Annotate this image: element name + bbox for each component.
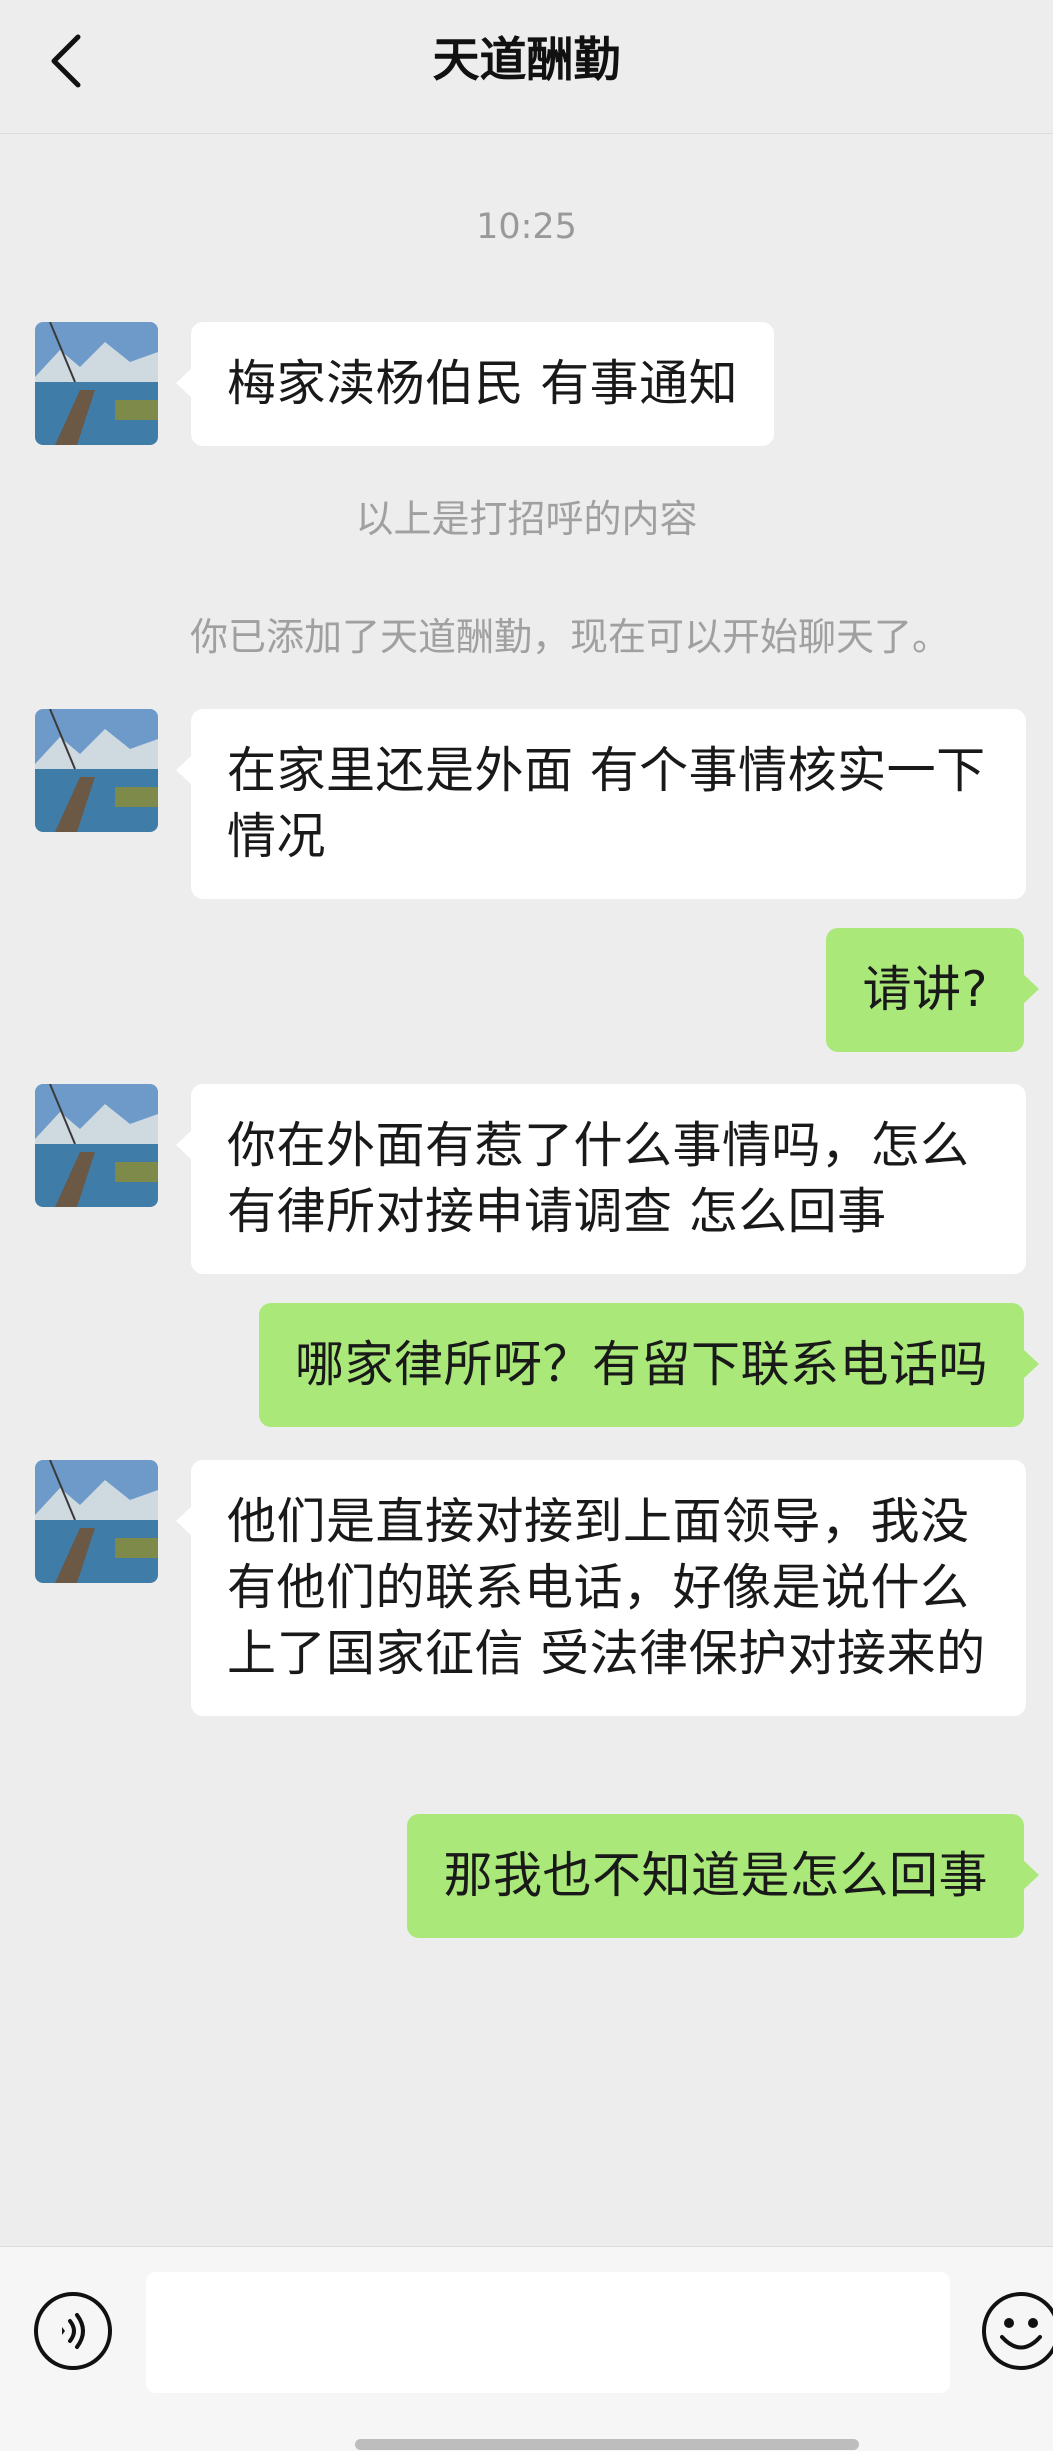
outgoing-message-bubble[interactable]: 哪家律所呀？有留下联系电话吗: [258, 1303, 1040, 1427]
message-input[interactable]: [146, 2272, 950, 2393]
voice-button[interactable]: [32, 2290, 114, 2372]
chat-header: 天道酬勤: [0, 0, 1053, 134]
input-bar: [0, 2246, 1053, 2451]
outgoing-message-bubble[interactable]: 请讲?: [826, 928, 1039, 1052]
incoming-message-bubble[interactable]: 他们是直接对接到上面领导，我没有他们的联系电话，好像是说什么上了国家征信 受法律…: [176, 1460, 1026, 1716]
incoming-message-bubble[interactable]: 在家里还是外面 有个事情核实一下情况: [176, 709, 1026, 899]
contact-avatar[interactable]: [35, 1084, 158, 1207]
emoji-icon: [982, 2292, 1053, 2370]
message-timestamp: 10:25: [476, 207, 577, 247]
contact-avatar[interactable]: [35, 322, 158, 445]
incoming-message-bubble[interactable]: 梅家渎杨伯民 有事通知: [175, 322, 775, 446]
emoji-button[interactable]: [980, 2290, 1053, 2372]
incoming-message-bubble[interactable]: 你在外面有惹了什么事情吗，怎么有律所对接申请调查 怎么回事: [176, 1084, 1026, 1274]
voice-icon: [34, 2292, 112, 2370]
outgoing-message-bubble[interactable]: 那我也不知道是怎么回事: [407, 1814, 1039, 1938]
chat-title: 天道酬勤: [432, 33, 621, 88]
home-indicator[interactable]: [355, 2439, 859, 2450]
greeting-system-note: 以上是打招呼的内容: [355, 497, 698, 541]
added-friend-system-note: 你已添加了天道酬勤，现在可以开始聊天了。: [190, 615, 951, 659]
contact-avatar[interactable]: [35, 709, 158, 832]
contact-avatar[interactable]: [35, 1460, 158, 1583]
